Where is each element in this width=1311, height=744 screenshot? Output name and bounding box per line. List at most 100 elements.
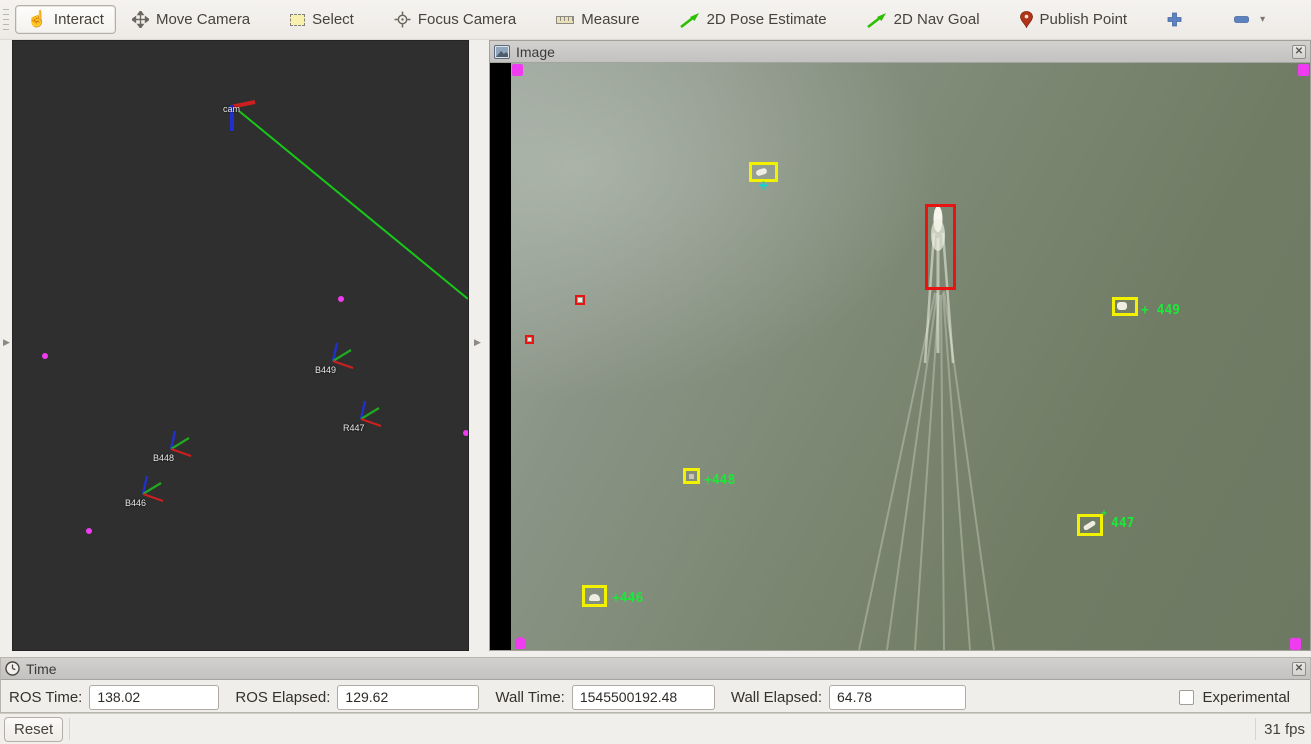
publish-point-tool-button[interactable]: Publish Point [1008, 5, 1140, 34]
tool-label: Measure [581, 11, 639, 28]
minus-icon [1234, 16, 1249, 23]
tracker-cross: + [759, 176, 768, 194]
main-area: ▶ ▶ cam [0, 40, 1311, 651]
wall-elapsed-input[interactable] [829, 685, 966, 710]
clock-icon [5, 661, 20, 676]
blip [578, 298, 582, 302]
toolbar: ☝ Interact Move Camera Select [0, 0, 1311, 40]
experimental-label: Experimental [1202, 689, 1290, 706]
detection-box-447 [1077, 514, 1103, 536]
boat [589, 594, 600, 601]
rviz-window: ☝ Interact Move Camera Select [0, 0, 1311, 744]
tool-label: 2D Pose Estimate [707, 11, 827, 28]
3d-viewport[interactable]: cam B449 R447 [12, 40, 469, 651]
close-icon[interactable]: ✕ [1292, 662, 1306, 676]
statusbar-divider [1255, 718, 1256, 740]
marker-B448: B448 [153, 429, 199, 465]
fps-section: 31 fps [1249, 714, 1311, 744]
boat [1083, 520, 1097, 531]
ros-elapsed-field: ROS Elapsed: [235, 685, 479, 710]
marker-B446: B446 [125, 474, 171, 510]
marker-R447: R447 [343, 399, 389, 435]
measure-tool-button[interactable]: Measure [544, 5, 651, 34]
select-box-icon [290, 14, 305, 26]
select-tool-button[interactable]: Select [278, 5, 366, 34]
ros-elapsed-label: ROS Elapsed: [235, 689, 330, 706]
marker-B449: B449 [315, 341, 361, 377]
detection-label-448: +448 [704, 473, 735, 488]
fiducial-corner-bottom-left [515, 637, 526, 649]
move-icon [132, 11, 149, 28]
detection-corner-plus-447: + [1101, 508, 1107, 519]
detection-box-449 [1112, 297, 1138, 316]
fiducial-corner-top-right [1298, 64, 1309, 76]
experimental-option: Experimental [1179, 689, 1302, 706]
tool-label: Interact [54, 11, 104, 28]
nav-goal-tool-button[interactable]: 2D Nav Goal [855, 5, 992, 34]
fiducial-corner-bottom-right [1290, 638, 1301, 650]
camera-frame-label: cam [223, 104, 240, 114]
remove-tool-button[interactable]: ▾ [1222, 8, 1277, 31]
green-arrow-icon [867, 12, 887, 28]
detection-box-primary [925, 204, 956, 290]
reset-button[interactable]: Reset [4, 717, 63, 742]
wall-time-label: Wall Time: [495, 689, 564, 706]
plus-icon [1167, 12, 1182, 27]
detection-box-448 [683, 468, 700, 484]
boat [1117, 302, 1127, 310]
3d-scene [13, 41, 469, 651]
experimental-checkbox[interactable] [1179, 690, 1194, 705]
ros-time-input[interactable] [89, 685, 219, 710]
tool-label: Select [312, 11, 354, 28]
time-panel: Time ✕ ROS Time: ROS Elapsed: Wall Time:… [0, 657, 1311, 713]
time-panel-titlebar[interactable]: Time ✕ [1, 658, 1310, 680]
fps-value: 31 fps [1264, 721, 1311, 738]
time-fields-row: ROS Time: ROS Elapsed: Wall Time: Wall E… [1, 680, 1310, 714]
pin-icon [1020, 11, 1033, 28]
green-arrow-icon [680, 12, 700, 28]
ros-elapsed-input[interactable] [337, 685, 479, 710]
ros-time-label: ROS Time: [9, 689, 82, 706]
camera-image: + + 449 +448 [490, 63, 1310, 650]
focus-camera-tool-button[interactable]: Focus Camera [382, 5, 528, 34]
image-panel: Image ✕ [489, 40, 1311, 651]
statusbar-divider [69, 718, 70, 740]
boat [689, 474, 694, 479]
wall-elapsed-field: Wall Elapsed: [731, 685, 966, 710]
image-panel-titlebar[interactable]: Image ✕ [490, 41, 1310, 63]
marker-label: R447 [343, 423, 365, 433]
detection-label-447: 447 [1111, 516, 1134, 531]
hand-icon: ☝ [27, 12, 47, 28]
tool-label: Focus Camera [418, 11, 516, 28]
tool-label: 2D Nav Goal [894, 11, 980, 28]
close-icon[interactable]: ✕ [1292, 45, 1306, 59]
pose-estimate-tool-button[interactable]: 2D Pose Estimate [668, 5, 839, 34]
ros-time-field: ROS Time: [9, 685, 219, 710]
left-panel-expand-handle[interactable]: ▶ [3, 337, 10, 348]
marker-label: B449 [315, 365, 336, 375]
displays-panel-expand-handle[interactable]: ▶ [474, 337, 481, 348]
add-tool-button[interactable] [1155, 6, 1194, 33]
blip [528, 338, 531, 341]
tool-label: Move Camera [156, 11, 250, 28]
statusbar: Reset 31 fps [0, 713, 1311, 744]
wall-time-field: Wall Time: [495, 685, 714, 710]
detection-box-small-red-2 [525, 335, 534, 344]
focus-icon [394, 11, 411, 28]
toolbar-grip[interactable] [1, 9, 11, 31]
fiducial-corner-top-left [512, 64, 523, 76]
boat-wake [511, 63, 1310, 650]
aerial-water-photo: + + 449 +448 [511, 63, 1310, 650]
time-panel-title: Time [26, 661, 57, 677]
move-camera-tool-button[interactable]: Move Camera [120, 5, 262, 34]
marker-label: B446 [125, 498, 146, 508]
image-icon [494, 45, 510, 59]
chevron-down-icon: ▾ [1260, 14, 1265, 25]
interact-tool-button[interactable]: ☝ Interact [15, 5, 116, 34]
wall-time-input[interactable] [572, 685, 715, 710]
detection-box-446 [582, 585, 607, 607]
tool-label: Publish Point [1040, 11, 1128, 28]
image-panel-title: Image [516, 44, 555, 60]
detection-label-446: +446 [612, 591, 643, 606]
wall-elapsed-label: Wall Elapsed: [731, 689, 822, 706]
